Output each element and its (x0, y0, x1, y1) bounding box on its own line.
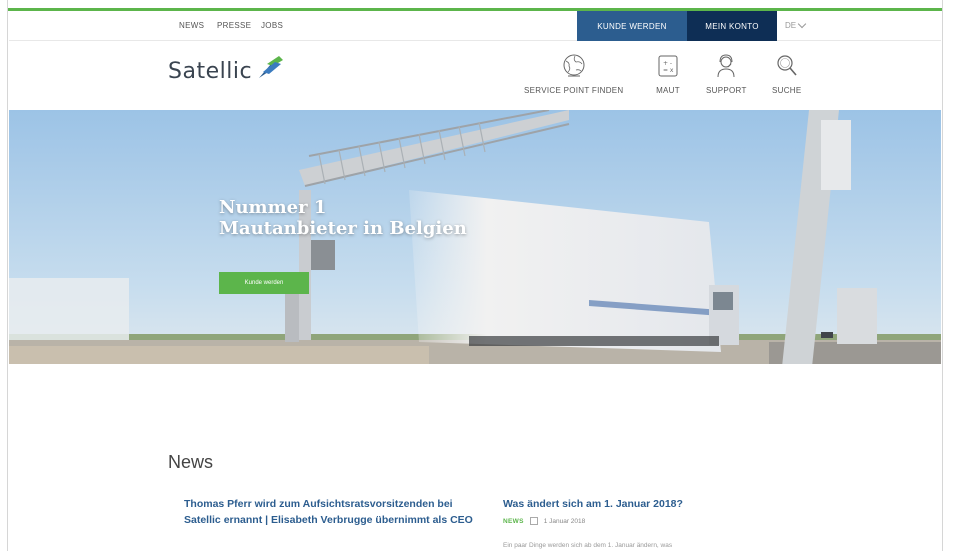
news-article: Was ändert sich am 1. Januar 2018? NEWS … (503, 496, 803, 549)
nav-label-service-point: SERVICE POINT FINDEN (524, 86, 624, 95)
calendar-icon (529, 517, 538, 525)
frame-right-border (942, 0, 956, 551)
search-icon (777, 55, 797, 76)
hero-title-line1: Nummer 1 (219, 197, 327, 218)
nav-support[interactable]: SUPPORT (706, 52, 747, 95)
frame-left-border (0, 0, 8, 551)
utility-bar: NEWS PRESSE JOBS KUNDE WERDEN MEIN KONTO… (9, 11, 941, 41)
nav-label-support: SUPPORT (706, 86, 747, 95)
news-article: Thomas Pferr wird zum Aufsichtsratsvorsi… (184, 496, 474, 528)
site-header: Satellic SERVICE POINT FINDEN + - = x MA… (9, 42, 941, 110)
kunde-werden-button[interactable]: KUNDE WERDEN (577, 11, 687, 41)
article-date: 1 Januar 2018 (543, 517, 586, 525)
utility-link-presse[interactable]: PRESSE (217, 21, 251, 30)
support-agent-icon (717, 54, 735, 78)
hero-banner: Nummer 1 Mautanbieter in Belgien Kunde w… (9, 110, 941, 364)
hero-kunde-werden-button[interactable]: Kunde werden (219, 272, 309, 294)
chevron-down-icon (797, 19, 807, 29)
nav-suche[interactable]: SUCHE (772, 52, 802, 95)
svg-text:+ -: + - (663, 60, 672, 67)
utility-link-jobs[interactable]: JOBS (261, 21, 283, 30)
nav-service-point[interactable]: SERVICE POINT FINDEN (524, 52, 624, 95)
logo-mark-icon (259, 56, 284, 78)
article-title[interactable]: Thomas Pferr wird zum Aufsichtsratsvorsi… (184, 496, 474, 528)
article-excerpt: Ein paar Dinge werden sich ab dem 1. Jan… (503, 542, 673, 549)
language-label: DE (785, 21, 797, 30)
hero-image (9, 110, 941, 364)
browser-frame: NEWS PRESSE JOBS KUNDE WERDEN MEIN KONTO… (0, 0, 956, 551)
article-tag[interactable]: NEWS (503, 518, 524, 525)
nav-maut[interactable]: + - = x MAUT (654, 52, 682, 95)
hero-title: Nummer 1 Mautanbieter in Belgien (219, 197, 467, 239)
nav-label-maut: MAUT (656, 86, 680, 95)
language-selector[interactable]: DE (785, 19, 807, 30)
calculator-icon: + - = x (658, 55, 678, 77)
mein-konto-button[interactable]: MEIN KONTO (687, 11, 777, 41)
globe-icon (563, 54, 585, 77)
article-title[interactable]: Was ändert sich am 1. Januar 2018? (503, 496, 803, 512)
hero-title-line2: Mautanbieter in Belgien (219, 218, 467, 239)
utility-link-news[interactable]: NEWS (179, 21, 204, 30)
article-meta: NEWS 1 Januar 2018 (503, 517, 803, 525)
satellic-logo[interactable]: Satellic (168, 54, 285, 84)
news-heading: News (168, 452, 214, 472)
nav-label-suche: SUCHE (772, 86, 802, 95)
svg-text:= x: = x (663, 67, 674, 74)
logo-text: Satellic (168, 59, 253, 84)
